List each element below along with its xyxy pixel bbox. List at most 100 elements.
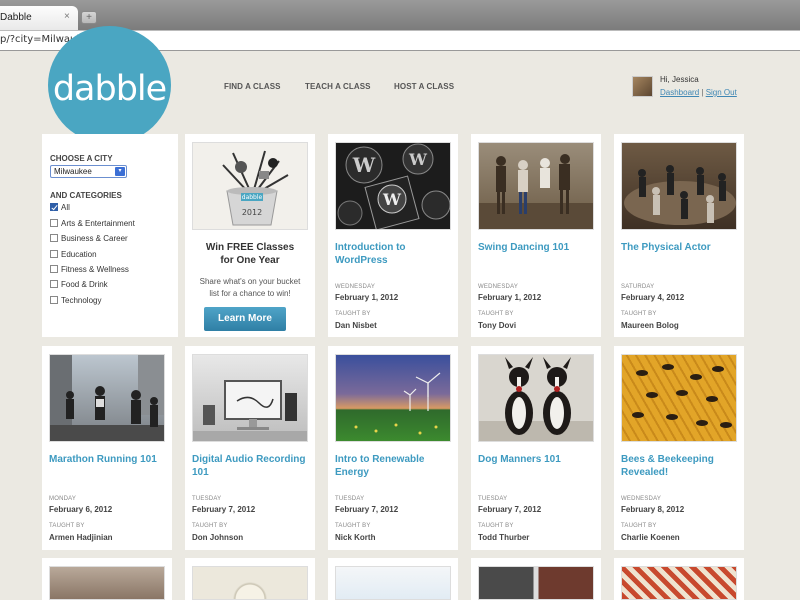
class-image-marathon[interactable]	[49, 354, 165, 442]
promo-title: Win FREE Classes for One Year	[185, 241, 315, 267]
user-links: Dashboard | Sign Out	[660, 88, 737, 97]
city-select-value: Milwaukee	[54, 167, 92, 176]
category-label: Food & Drink	[61, 280, 108, 289]
tab-title: Dabble	[0, 12, 32, 23]
categories-label: AND CATEGORIES	[50, 191, 122, 200]
link-separator: |	[701, 88, 704, 97]
class-title[interactable]: Intro to Renewable Energy	[335, 453, 455, 479]
taught-by-label: TAUGHT BY	[335, 311, 371, 317]
class-image-row3-3[interactable]	[335, 566, 451, 600]
nav-find-a-class[interactable]: FIND A CLASS	[224, 82, 281, 91]
class-image-beekeeping[interactable]	[621, 354, 737, 442]
class-title[interactable]: Dog Manners 101	[478, 453, 598, 466]
class-card[interactable]: Intro to Renewable Energy TUESDAY Februa…	[328, 346, 458, 550]
class-card[interactable]: Dog Manners 101 TUESDAY February 7, 2012…	[471, 346, 601, 550]
category-food[interactable]: Food & Drink	[50, 280, 108, 292]
class-image-row3-2[interactable]	[192, 566, 308, 600]
class-title[interactable]: Marathon Running 101	[49, 453, 169, 466]
browser-tab[interactable]: Dabble ×	[0, 6, 78, 30]
dashboard-link[interactable]: Dashboard	[660, 88, 699, 97]
category-label: Technology	[61, 296, 102, 305]
city-select[interactable]: Milwaukee ▾	[50, 165, 127, 178]
class-image-row3-1[interactable]	[49, 566, 165, 600]
sign-out-link[interactable]: Sign Out	[706, 88, 737, 97]
class-card[interactable]: Swing Dancing 101 WEDNESDAY February 1, …	[471, 134, 601, 337]
class-teacher: Tony Dovi	[478, 321, 517, 330]
checkbox-icon[interactable]	[50, 234, 58, 242]
class-title[interactable]: The Physical Actor	[621, 241, 741, 254]
class-card[interactable]: The Physical Actor SATURDAY February 4, …	[614, 134, 744, 337]
category-technology[interactable]: Technology	[50, 296, 101, 308]
class-image-row3-4[interactable]	[478, 566, 594, 600]
class-teacher: Nick Korth	[335, 533, 376, 542]
class-card[interactable]	[328, 558, 458, 600]
new-tab-button[interactable]: +	[81, 11, 97, 24]
class-image-audio-recording[interactable]	[192, 354, 308, 442]
taught-by-label: TAUGHT BY	[49, 523, 85, 529]
category-label: All	[61, 203, 70, 212]
class-card[interactable]	[471, 558, 601, 600]
class-title[interactable]: Introduction to WordPress	[335, 241, 455, 267]
class-card[interactable]	[185, 558, 315, 600]
checkbox-icon[interactable]	[50, 280, 58, 288]
category-label: Education	[61, 250, 97, 259]
class-title[interactable]: Swing Dancing 101	[478, 241, 598, 254]
class-card[interactable]: Digital Audio Recording 101 TUESDAY Febr…	[185, 346, 315, 550]
class-day: TUESDAY	[478, 496, 508, 502]
learn-more-button[interactable]: Learn More	[204, 307, 286, 331]
class-day: SATURDAY	[621, 284, 655, 290]
class-date: February 1, 2012	[335, 293, 399, 302]
promo-text: Share what's on your bucket list for a c…	[199, 277, 301, 298]
promo-card: dabble 2012 Win FREE Classes for One Yea…	[185, 134, 315, 337]
class-date: February 4, 2012	[621, 293, 685, 302]
bucket-year-text: 2012	[242, 208, 262, 217]
class-image-row3-5[interactable]	[621, 566, 737, 600]
svg-text:W: W	[352, 153, 376, 177]
class-image-dog-manners[interactable]	[478, 354, 594, 442]
class-day: WEDNESDAY	[335, 284, 376, 290]
class-image-physical-actor[interactable]	[621, 142, 737, 230]
category-label: Business & Career	[61, 234, 128, 243]
checkbox-icon[interactable]	[50, 265, 58, 273]
checkbox-checked-icon[interactable]	[50, 203, 58, 211]
class-day: WEDNESDAY	[621, 496, 662, 502]
checkbox-icon[interactable]	[50, 296, 58, 304]
class-card[interactable]	[614, 558, 744, 600]
category-fitness[interactable]: Fitness & Wellness	[50, 265, 129, 277]
class-teacher: Charlie Koenen	[621, 533, 680, 542]
class-title[interactable]: Bees & Beekeeping Revealed!	[621, 453, 741, 479]
class-day: TUESDAY	[335, 496, 365, 502]
close-tab-icon[interactable]: ×	[64, 11, 70, 22]
class-day: MONDAY	[49, 496, 77, 502]
class-teacher: Armen Hadjinian	[49, 533, 113, 542]
category-arts[interactable]: Arts & Entertainment	[50, 219, 135, 231]
class-teacher: Dan Nisbet	[335, 321, 377, 330]
nav-teach-a-class[interactable]: TEACH A CLASS	[305, 82, 371, 91]
category-all[interactable]: All	[50, 203, 70, 215]
class-title[interactable]: Digital Audio Recording 101	[192, 453, 312, 479]
taught-by-label: TAUGHT BY	[621, 311, 657, 317]
class-date: February 1, 2012	[478, 293, 542, 302]
taught-by-label: TAUGHT BY	[192, 523, 228, 529]
class-image-swing-dancing[interactable]	[478, 142, 594, 230]
checkbox-icon[interactable]	[50, 219, 58, 227]
chevron-down-icon: ▾	[115, 167, 125, 176]
class-card[interactable]: W W W Introduction to WordPress WEDNESDA…	[328, 134, 458, 337]
category-label: Fitness & Wellness	[61, 265, 129, 274]
class-card[interactable]: Marathon Running 101 MONDAY February 6, …	[42, 346, 172, 550]
class-card[interactable]: Bees & Beekeeping Revealed! WEDNESDAY Fe…	[614, 346, 744, 550]
class-date: February 6, 2012	[49, 505, 113, 514]
class-image-renewable-energy[interactable]	[335, 354, 451, 442]
class-date: February 7, 2012	[192, 505, 256, 514]
user-avatar[interactable]	[632, 76, 653, 97]
dabble-logo[interactable]: dabble	[48, 26, 171, 144]
checkbox-icon[interactable]	[50, 250, 58, 258]
class-card[interactable]	[42, 558, 172, 600]
category-business[interactable]: Business & Career	[50, 234, 128, 246]
bucket-logo-text: dabble	[242, 194, 263, 201]
class-image-wordpress[interactable]: W W W	[335, 142, 451, 230]
taught-by-label: TAUGHT BY	[621, 523, 657, 529]
class-teacher: Don Johnson	[192, 533, 244, 542]
nav-host-a-class[interactable]: HOST A CLASS	[394, 82, 454, 91]
category-education[interactable]: Education	[50, 250, 97, 262]
